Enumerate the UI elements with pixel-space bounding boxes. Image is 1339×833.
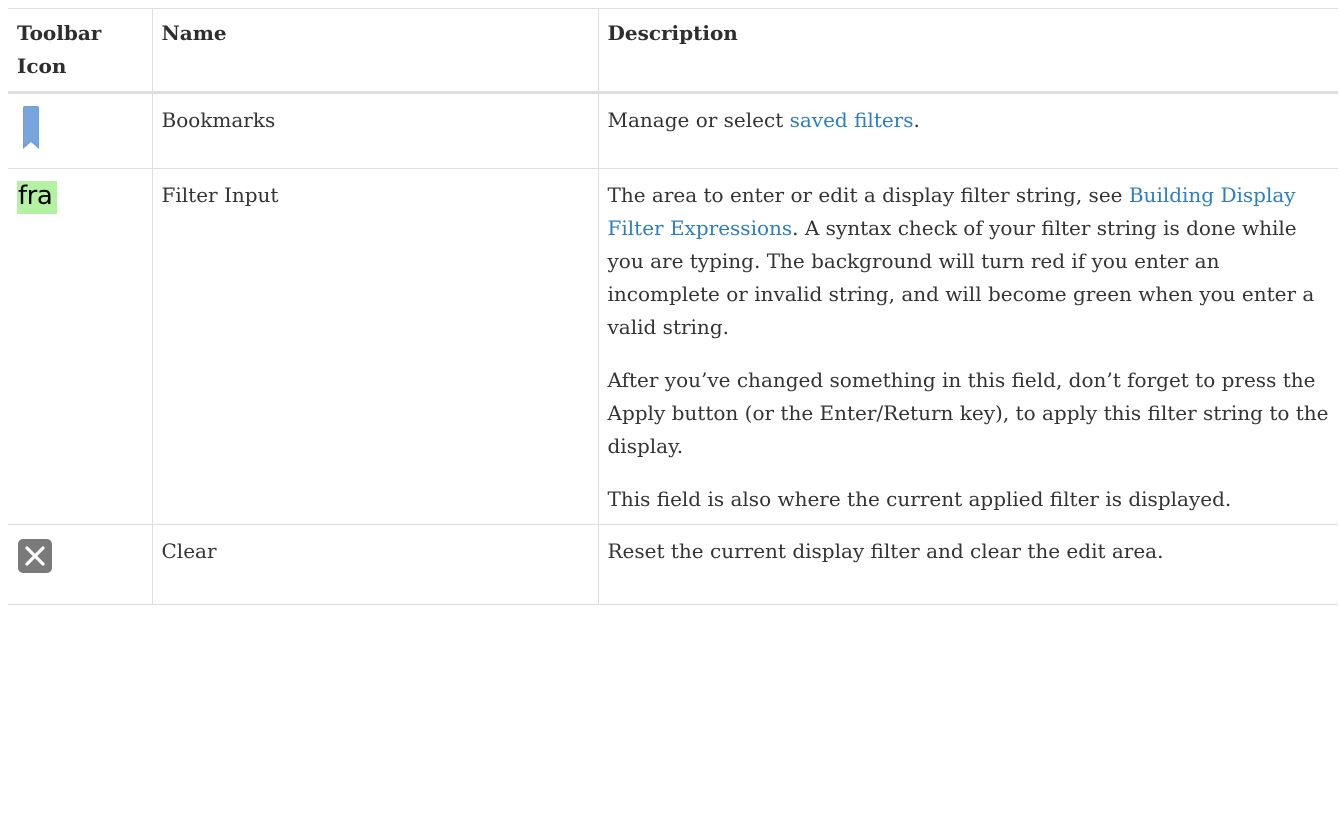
description-text: The area to enter or edit a display filt… xyxy=(607,183,1129,207)
description-paragraph: The area to enter or edit a display filt… xyxy=(608,179,1330,344)
description-paragraph: This field is also where the current app… xyxy=(607,487,1232,511)
header-description: Description xyxy=(597,8,1338,94)
header-toolbar-icon: Toolbar Icon xyxy=(8,8,153,94)
table-header-row: Toolbar Icon Name Description xyxy=(8,8,1338,94)
description-cell: Manage or select saved filters. xyxy=(597,92,1338,169)
name-cell: Bookmarks xyxy=(151,92,599,169)
toolbar-icon-table: Toolbar Icon Name Description Bookmarks … xyxy=(8,8,1338,605)
icon-cell xyxy=(8,524,153,605)
saved-filters-link[interactable]: saved filters xyxy=(790,108,914,132)
table-row: Bookmarks Manage or select saved filters… xyxy=(8,92,1338,169)
description-cell: The area to enter or edit a display filt… xyxy=(597,168,1338,525)
filter-input-icon: fra xyxy=(17,181,57,214)
header-name: Name xyxy=(151,8,599,94)
name-cell: Clear xyxy=(151,524,599,605)
bookmark-icon xyxy=(23,106,39,149)
name-cell: Filter Input xyxy=(151,168,599,525)
table-row: fra Filter Input The area to enter or ed… xyxy=(8,168,1338,525)
icon-cell: fra xyxy=(8,168,153,525)
description-text: Manage or select xyxy=(607,108,790,132)
table-row: Clear Reset the current display filter a… xyxy=(8,524,1338,605)
description-cell: Reset the current display filter and cle… xyxy=(597,524,1338,605)
clear-icon xyxy=(18,539,52,573)
description-text: . xyxy=(913,108,920,132)
icon-cell xyxy=(8,92,153,169)
description-paragraph: After you’ve changed something in this f… xyxy=(607,368,1329,458)
